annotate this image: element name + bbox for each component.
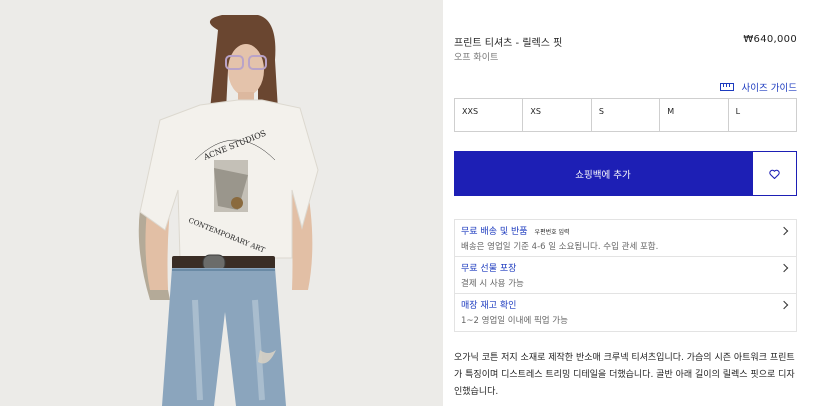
size-option-s[interactable]: S (592, 99, 661, 131)
size-option-l[interactable]: L (729, 99, 796, 131)
product-price: ₩640,000 (743, 34, 797, 45)
product-info-panel: 프린트 티셔츠 - 릴렉스 핏 ₩640,000 오프 화이트 사이즈 가이드 … (443, 0, 835, 406)
ruler-icon (719, 83, 734, 91)
product-color: 오프 화이트 (454, 53, 499, 63)
info-accordion: 무료 배송 및 반품 우편번호 입력 배송은 영업일 기준 4-6 일 소요됩니… (454, 219, 797, 332)
heart-icon (769, 169, 780, 179)
model-illustration: ACNE STUDIOS CONTEMPORARY ART (0, 0, 443, 406)
gift-wrap-title: 무료 선물 포장 (461, 264, 517, 274)
gift-wrap-subtitle: 결제 시 사용 가능 (461, 279, 524, 289)
size-selector: XXS XS S M L (454, 98, 797, 132)
accordion-store-stock[interactable]: 매장 재고 확인 1~2 영업일 이내에 픽업 가능 (455, 294, 796, 331)
product-photo[interactable]: ACNE STUDIOS CONTEMPORARY ART (0, 0, 443, 406)
accordion-gift-wrap[interactable]: 무료 선물 포장 결제 시 사용 가능 (455, 257, 796, 294)
accordion-shipping[interactable]: 무료 배송 및 반품 우편번호 입력 배송은 영업일 기준 4-6 일 소요됩니… (455, 220, 796, 257)
store-stock-subtitle: 1~2 영업일 이내에 픽업 가능 (461, 316, 568, 326)
store-stock-title: 매장 재고 확인 (461, 301, 517, 311)
size-option-xxs[interactable]: XXS (455, 99, 524, 131)
product-title: 프린트 티셔츠 - 릴렉스 핏 (454, 38, 563, 49)
shipping-title: 무료 배송 및 반품 (461, 227, 528, 237)
shipping-subtitle: 배송은 영업일 기준 4-6 일 소요됩니다. 수입 관세 포함. (461, 242, 659, 252)
size-guide-label: 사이즈 가이드 (741, 83, 797, 94)
size-option-xs[interactable]: XS (523, 99, 592, 131)
cart-actions: 쇼핑백에 추가 (454, 151, 797, 196)
postcode-link[interactable]: 우편번호 입력 (535, 227, 570, 236)
size-guide-link[interactable]: 사이즈 가이드 (719, 80, 797, 94)
add-to-bag-button[interactable]: 쇼핑백에 추가 (454, 151, 752, 196)
product-description: 오가닉 코튼 저지 소재로 제작한 반소매 크루넥 티셔츠입니다. 가슴의 시즌… (454, 353, 795, 397)
wishlist-button[interactable] (752, 151, 797, 196)
size-option-m[interactable]: M (660, 99, 729, 131)
